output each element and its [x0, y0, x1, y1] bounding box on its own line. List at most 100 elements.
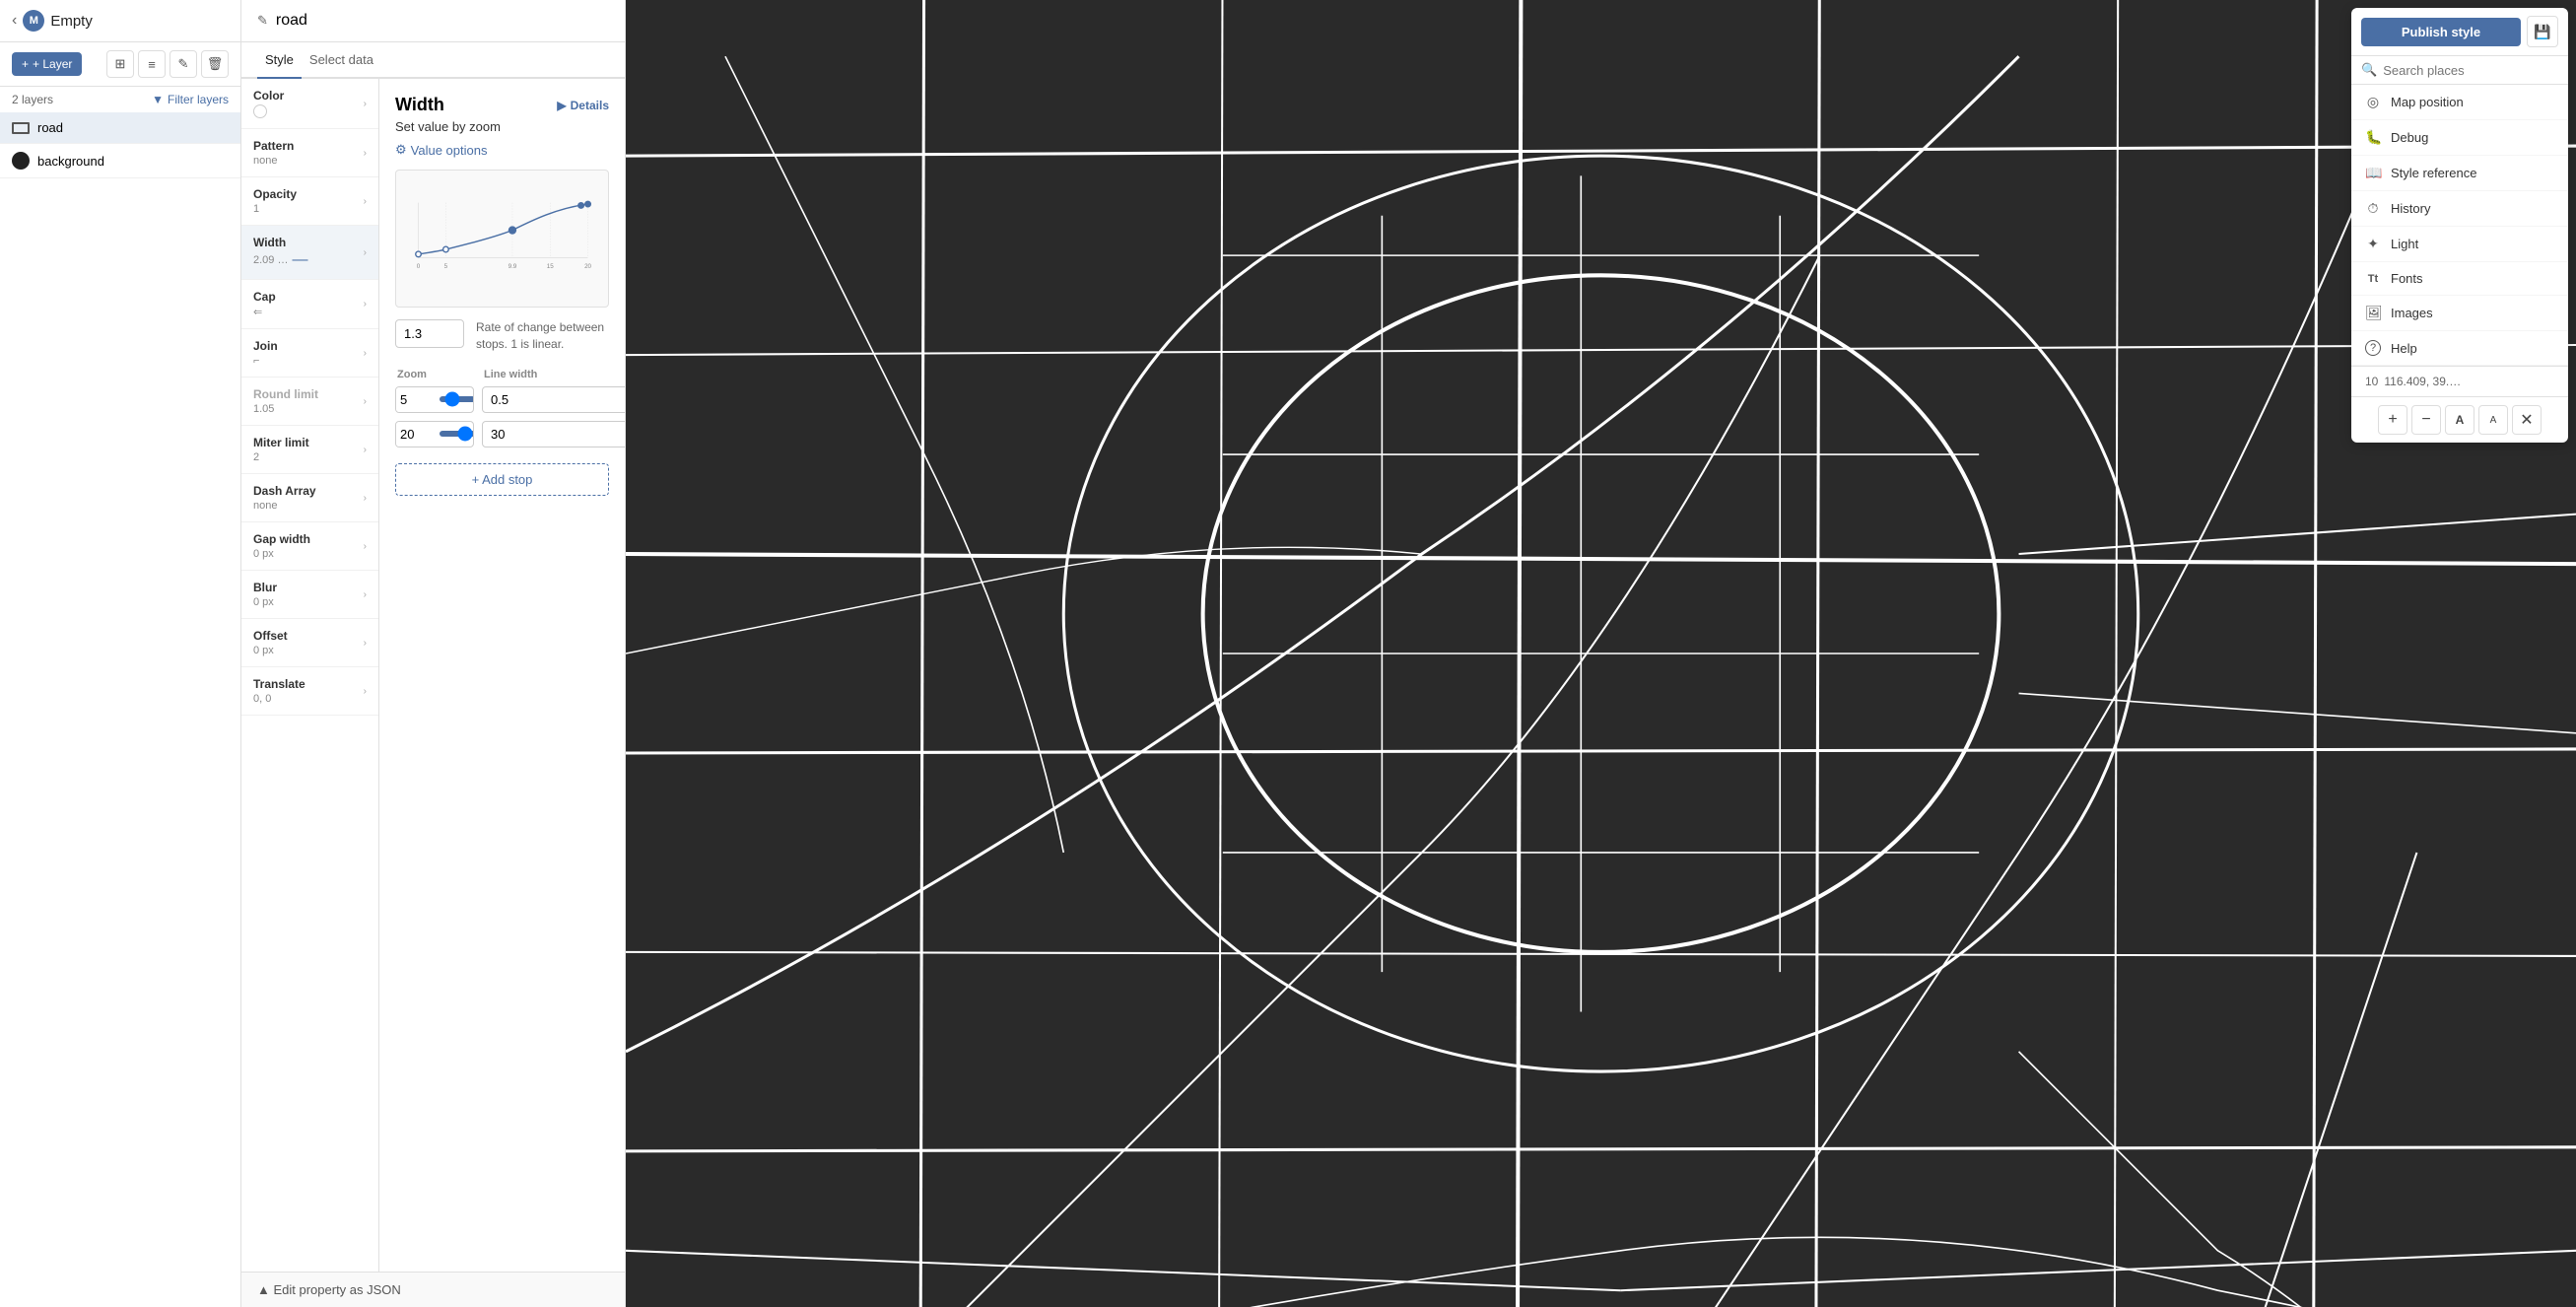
style-prop-join[interactable]: Join ⌐ ›	[241, 329, 378, 378]
add-stop-label: + Add stop	[472, 472, 533, 487]
svg-text:9.9: 9.9	[508, 263, 517, 270]
coordinates: 116.409, 39.…	[2384, 375, 2461, 388]
layer-controls: + + Layer ⊞ ≡ ✎ 🗑	[0, 42, 240, 87]
stop-zoom-input-1[interactable]	[396, 387, 436, 412]
zoom-controls: + − A A ✕	[2351, 396, 2568, 443]
plus-icon: +	[22, 57, 29, 71]
style-prop-opacity[interactable]: Opacity 1 ›	[241, 177, 378, 226]
debug-icon: 🐛	[2365, 129, 2381, 146]
miter-limit-value: 2	[253, 451, 309, 463]
svg-text:20: 20	[584, 263, 591, 270]
style-prop-pattern[interactable]: Pattern none ›	[241, 129, 378, 177]
menu-item-history[interactable]: ⏱ History	[2351, 191, 2568, 227]
set-value-zoom: Set value by zoom	[395, 119, 609, 134]
opacity-value: 1	[253, 203, 297, 215]
edit-button[interactable]: ✎	[169, 50, 197, 78]
layers-list: road background	[0, 112, 240, 1307]
style-properties-list: Color › Pattern none › Opacity 1	[241, 79, 379, 1272]
width-chart: 0 5 9.9 15 20	[395, 170, 609, 308]
offset-value: 0 px	[253, 645, 288, 656]
edit-json-bar[interactable]: ▲ Edit property as JSON	[241, 1272, 625, 1307]
style-prop-color[interactable]: Color ›	[241, 79, 378, 129]
menu-item-images[interactable]: 🖼 Images	[2351, 296, 2568, 331]
join-label: Join	[253, 339, 278, 353]
cap-label: Cap	[253, 290, 276, 304]
sidebar-header: ‹ M Empty	[0, 0, 240, 42]
translate-label: Translate	[253, 677, 305, 691]
stop-value-2: px	[482, 421, 625, 447]
style-prop-blur[interactable]: Blur 0 px ›	[241, 571, 378, 619]
svg-text:15: 15	[547, 263, 554, 270]
add-layer-button[interactable]: + + Layer	[12, 52, 82, 76]
style-prop-cap[interactable]: Cap ⇐ ›	[241, 280, 378, 329]
style-prop-translate[interactable]: Translate 0, 0 ›	[241, 667, 378, 716]
right-panel: Publish style 💾 🔍 ◎ Map position 🐛 Debug…	[2351, 8, 2568, 443]
publish-row: Publish style 💾	[2351, 8, 2568, 56]
opacity-arrow: ›	[364, 196, 367, 207]
middle-panel: ✎ road Style Select data Color › Pattern	[241, 0, 626, 1307]
list-view-button[interactable]: ≡	[138, 50, 166, 78]
zoom-a2-button[interactable]: A	[2478, 405, 2508, 435]
style-prop-gap-width[interactable]: Gap width 0 px ›	[241, 522, 378, 571]
zoom-in-button[interactable]: +	[2378, 405, 2407, 435]
history-label: History	[2391, 201, 2430, 216]
style-prop-miter-limit[interactable]: Miter limit 2 ›	[241, 426, 378, 474]
search-row: 🔍	[2351, 56, 2568, 85]
menu-item-map-position[interactable]: ◎ Map position	[2351, 85, 2568, 120]
sidebar-title: Empty	[50, 13, 93, 30]
icon-buttons: ⊞ ≡ ✎ 🗑	[106, 50, 229, 78]
stop-value-input-1[interactable]	[482, 386, 625, 413]
layer-item-background[interactable]: background	[0, 144, 240, 178]
layer-name-background: background	[37, 154, 104, 169]
stop-zoom-slider-2[interactable]	[440, 431, 474, 437]
zoom-close-button[interactable]: ✕	[2512, 405, 2542, 435]
save-icon-button[interactable]: 💾	[2527, 16, 2558, 47]
publish-style-button[interactable]: Publish style	[2361, 18, 2521, 46]
translate-value: 0, 0	[253, 693, 305, 705]
help-icon: ?	[2365, 340, 2381, 356]
menu-item-debug[interactable]: 🐛 Debug	[2351, 120, 2568, 156]
tab-select-data[interactable]: Select data	[302, 42, 381, 79]
style-prop-width[interactable]: Width 2.09 … — ›	[241, 226, 378, 280]
width-arrow: ›	[364, 247, 367, 258]
stop-row-1: px 🗑	[395, 386, 609, 413]
filter-layers-button[interactable]: ▼ Filter layers	[152, 93, 229, 106]
stops-zoom-header: Zoom	[397, 369, 476, 380]
svg-text:0: 0	[417, 263, 421, 270]
tab-style[interactable]: Style	[257, 42, 302, 79]
grid-view-button[interactable]: ⊞	[106, 50, 134, 78]
add-stop-button[interactable]: + Add stop	[395, 463, 609, 496]
value-options[interactable]: ⚙ Value options	[395, 142, 609, 158]
menu-item-help[interactable]: ? Help	[2351, 331, 2568, 366]
svg-text:5: 5	[444, 263, 448, 270]
details-label: Details	[571, 99, 609, 112]
search-input[interactable]	[2383, 63, 2558, 78]
menu-item-light[interactable]: ✦ Light	[2351, 227, 2568, 262]
stop-zoom-slider-1[interactable]	[440, 396, 474, 402]
menu-item-fonts[interactable]: Tt Fonts	[2351, 262, 2568, 296]
stop-value-input-2[interactable]	[482, 421, 625, 447]
fonts-label: Fonts	[2391, 271, 2423, 286]
app-icon: M	[23, 10, 44, 32]
details-link[interactable]: ▶ Details	[557, 99, 609, 112]
stop-zoom-input-2[interactable]	[396, 422, 436, 447]
rate-input[interactable]	[395, 319, 464, 348]
dash-array-label: Dash Array	[253, 484, 316, 498]
light-label: Light	[2391, 237, 2418, 251]
color-circle	[253, 104, 267, 118]
zoom-a1-button[interactable]: A	[2445, 405, 2474, 435]
style-prop-offset[interactable]: Offset 0 px ›	[241, 619, 378, 667]
layer-item-road[interactable]: road	[0, 112, 240, 144]
zoom-out-button[interactable]: −	[2411, 405, 2441, 435]
stop-zoom-2	[395, 421, 474, 447]
color-value	[253, 104, 284, 118]
back-button[interactable]: ‹	[12, 12, 17, 30]
map-area[interactable]: Publish style 💾 🔍 ◎ Map position 🐛 Debug…	[626, 0, 2576, 1307]
bg-layer-icon	[12, 152, 30, 170]
join-arrow: ›	[364, 348, 367, 359]
delete-button[interactable]: 🗑	[201, 50, 229, 78]
menu-item-style-reference[interactable]: 📖 Style reference	[2351, 156, 2568, 191]
style-prop-round-limit[interactable]: Round limit 1.05 ›	[241, 378, 378, 426]
layer-header-name: road	[276, 12, 307, 30]
style-prop-dash-array[interactable]: Dash Array none ›	[241, 474, 378, 522]
